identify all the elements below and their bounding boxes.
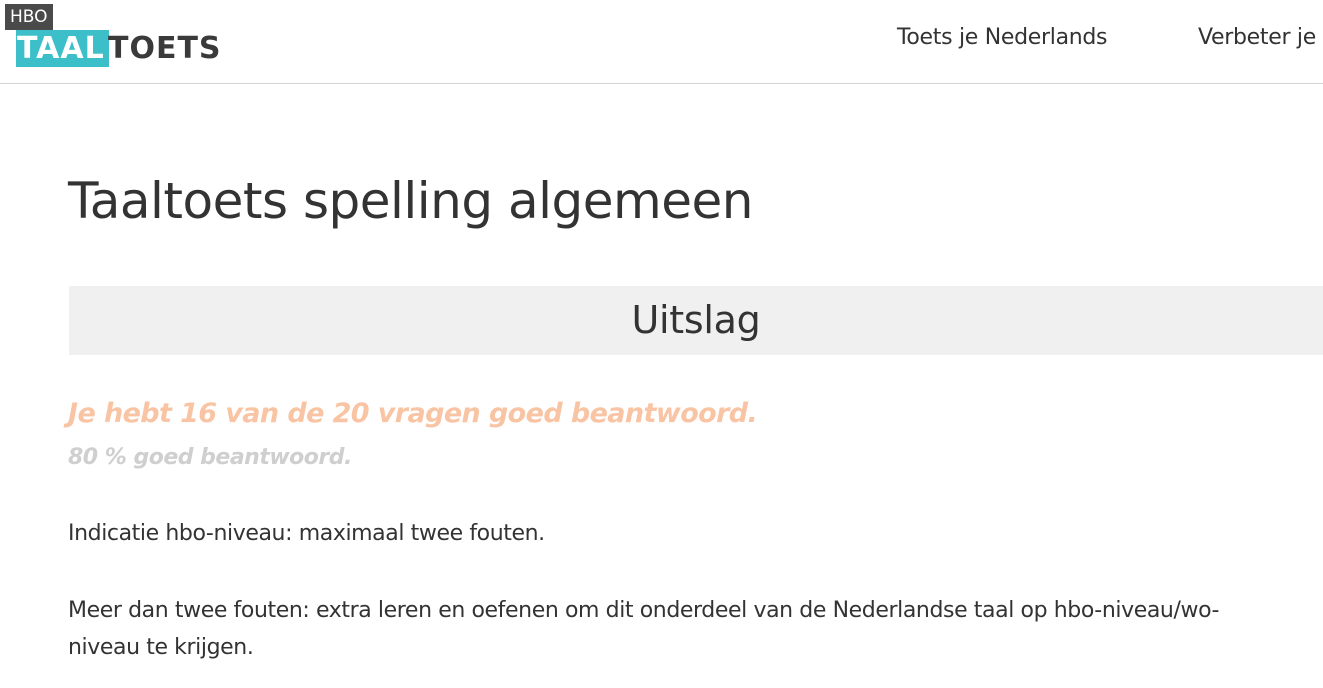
- score-summary: Je hebt 16 van de 20 vragen goed beantwo…: [68, 398, 758, 429]
- page-title: Taaltoets spelling algemeen: [68, 172, 753, 230]
- nav-link-verbeter-je[interactable]: Verbeter je: [1198, 23, 1316, 53]
- result-section-header: Uitslag: [69, 286, 1323, 355]
- logo-toets-text: TOETS: [108, 31, 222, 66]
- nav-link-toets-je-nederlands[interactable]: Toets je Nederlands: [897, 23, 1108, 53]
- logo-hbo-badge: HBO: [5, 4, 53, 30]
- advice-text: Meer dan twee fouten: extra leren en oef…: [68, 598, 1220, 660]
- logo-taal-text: TAAL: [16, 30, 109, 67]
- site-header: HBO TAAL TOETS Toets je Nederlands Verbe…: [0, 0, 1323, 84]
- score-percentage: 80 % goed beantwoord.: [68, 445, 352, 470]
- level-indication-text: Indicatie hbo-niveau: maximaal twee fout…: [68, 521, 545, 546]
- result-heading: Uitslag: [631, 298, 761, 342]
- site-logo[interactable]: HBO TAAL TOETS: [5, 4, 222, 70]
